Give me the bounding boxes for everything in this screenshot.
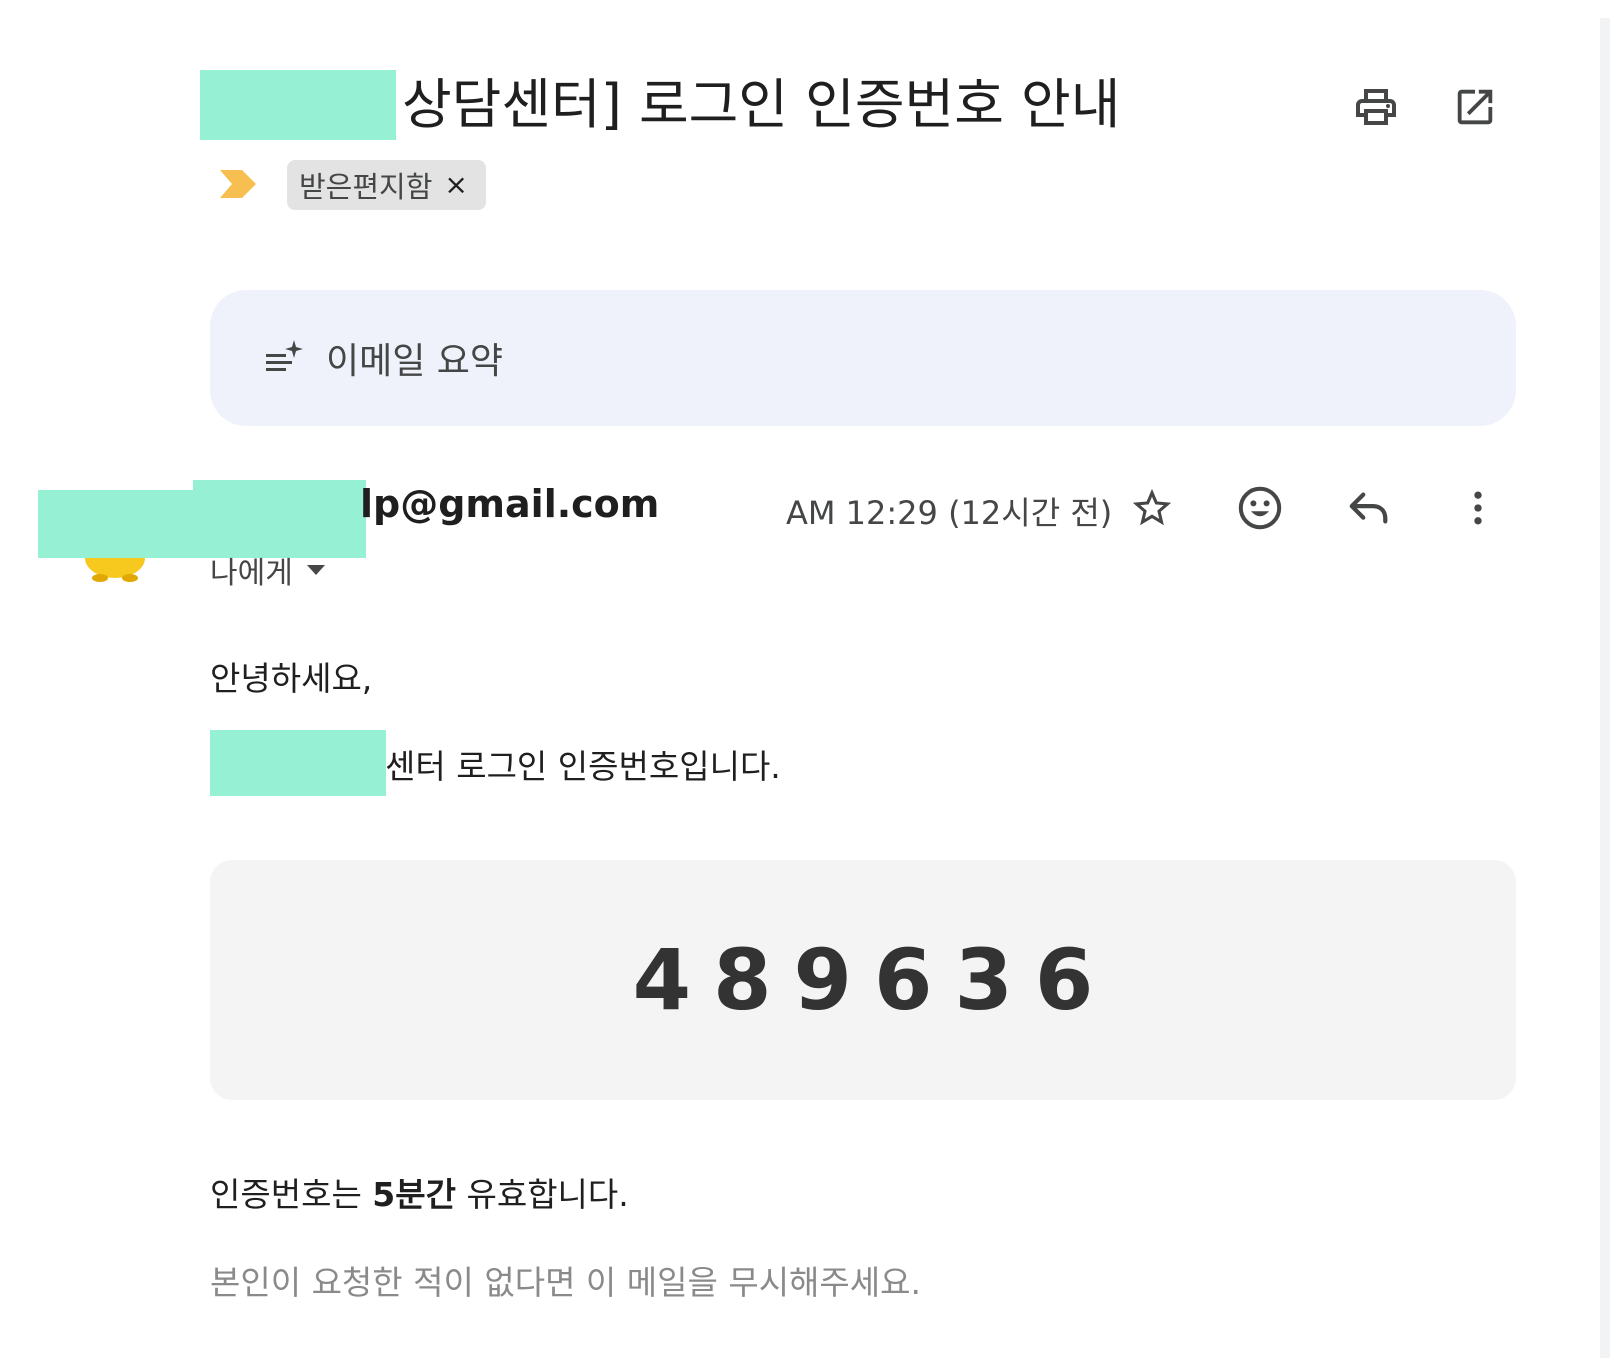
- open-in-new-window-icon[interactable]: [1447, 79, 1503, 135]
- email-summary-button[interactable]: 이메일 요약: [210, 290, 1516, 426]
- redacted-block: [210, 730, 386, 796]
- sender-email[interactable]: lp@gmail.com: [360, 482, 659, 526]
- verification-code-box: 489636: [210, 860, 1516, 1100]
- remove-label-icon[interactable]: ×: [444, 171, 467, 199]
- redacted-block: [193, 480, 366, 550]
- scrollbar-track[interactable]: [1600, 18, 1610, 1358]
- verification-code: 489636: [632, 931, 1116, 1029]
- reply-icon[interactable]: [1343, 482, 1395, 534]
- emoji-reaction-icon[interactable]: [1234, 482, 1286, 534]
- chevron-down-icon: [306, 565, 325, 575]
- intro-text: 센터 로그인 인증번호입니다.: [385, 747, 781, 786]
- greeting-text: 안녕하세요,: [210, 659, 373, 698]
- summary-sparkle-icon: [266, 340, 303, 371]
- recipient-details-toggle[interactable]: 나에게: [210, 548, 327, 592]
- validity-duration: 5분간: [372, 1175, 456, 1214]
- validity-prefix: 인증번호는: [210, 1175, 373, 1214]
- label-chip-inbox[interactable]: 받은편지함 ×: [287, 160, 486, 210]
- star-icon[interactable]: [1126, 482, 1178, 534]
- validity-text: 인증번호는 5분간 유효합니다.: [210, 1168, 629, 1216]
- print-icon[interactable]: [1348, 79, 1404, 135]
- validity-suffix: 유효합니다.: [455, 1175, 629, 1214]
- email-summary-label: 이메일 요약: [326, 341, 504, 382]
- redacted-block: [200, 70, 396, 140]
- ignore-notice: 본인이 요청한 적이 없다면 이 메일을 무시해주세요.: [210, 1263, 921, 1302]
- label-chip-text: 받은편지함: [299, 170, 433, 204]
- more-vert-icon[interactable]: [1452, 482, 1504, 534]
- message-timestamp: AM 12:29 (12시간 전): [786, 494, 1113, 532]
- importance-marker-icon[interactable]: [218, 168, 258, 200]
- recipient-label: 나에게: [210, 556, 293, 591]
- email-subject: 상담센터] 로그인 인증번호 안내: [402, 73, 1121, 136]
